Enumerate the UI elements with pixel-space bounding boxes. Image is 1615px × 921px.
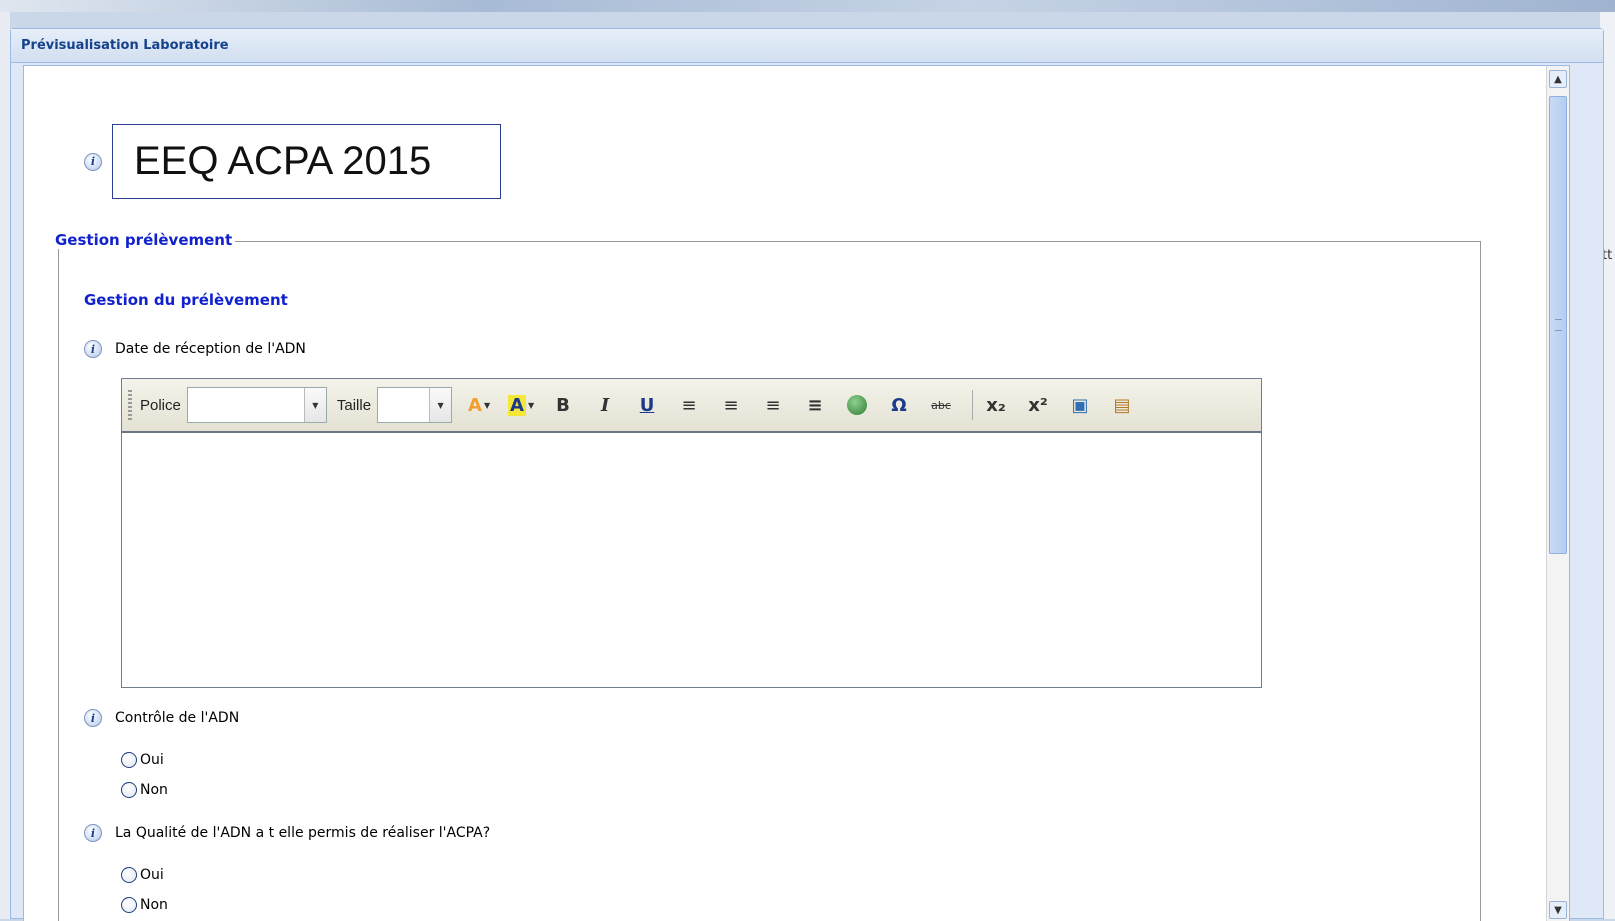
highlight-color-icon: A: [508, 394, 526, 416]
strikethrough-button[interactable]: abc: [924, 389, 958, 421]
info-icon[interactable]: i: [84, 340, 102, 358]
align-left-button[interactable]: ≡: [672, 389, 706, 421]
scroll-grip: [1555, 319, 1562, 331]
editor-toolbar: Police ▼ Taille ▼ A ▼ A ▼ B I U ≡ ≡ ≡ ≡ …: [122, 379, 1261, 433]
radio-qualite-non[interactable]: Non: [121, 897, 168, 913]
section-title: Gestion du prélèvement: [84, 291, 288, 309]
toolbar-separator: [972, 390, 974, 420]
info-icon[interactable]: i: [84, 152, 102, 171]
chevron-down-icon[interactable]: ▼: [303, 388, 326, 422]
special-char-button[interactable]: Ω: [882, 389, 916, 421]
align-center-icon: ≡: [723, 394, 739, 416]
question-label: Date de réception de l'ADN: [115, 341, 306, 357]
dialog-header[interactable]: Prévisualisation Laboratoire: [11, 29, 1603, 63]
background-app-strip: [0, 0, 1615, 12]
align-right-icon: ≡: [765, 394, 781, 416]
radio-circle[interactable]: [121, 782, 137, 798]
fieldset-legend: Gestion prélèvement: [52, 231, 236, 249]
radio-label: Non: [140, 897, 168, 913]
info-icon[interactable]: i: [84, 709, 102, 727]
source-button[interactable]: ▣: [1063, 389, 1097, 421]
scroll-up-icon[interactable]: ▲: [1549, 70, 1567, 88]
question-controle-adn: i Contrôle de l'ADN: [84, 709, 239, 727]
size-select[interactable]: ▼: [377, 387, 453, 423]
paste-word-icon: ▤: [1113, 394, 1131, 416]
insert-link-button[interactable]: [840, 389, 874, 421]
vertical-scrollbar[interactable]: ▲ ▼: [1546, 66, 1569, 921]
justify-button[interactable]: ≡: [798, 389, 832, 421]
radio-circle[interactable]: [121, 897, 137, 913]
radio-qualite-oui[interactable]: Oui: [121, 867, 164, 883]
paste-word-button[interactable]: ▤: [1105, 389, 1139, 421]
dialog-title: Prévisualisation Laboratoire: [21, 38, 229, 53]
align-left-icon: ≡: [681, 394, 697, 416]
size-select-value: [378, 388, 429, 422]
info-icon[interactable]: i: [84, 824, 102, 842]
radio-label: Non: [140, 782, 168, 798]
chevron-down-icon[interactable]: ▼: [429, 388, 452, 422]
radio-circle[interactable]: [121, 867, 137, 883]
italic-icon: I: [600, 394, 610, 416]
background-left-edge: [0, 12, 10, 919]
align-right-button[interactable]: ≡: [756, 389, 790, 421]
underline-icon: U: [639, 394, 655, 416]
rich-text-editor: Police ▼ Taille ▼ A ▼ A ▼ B I U ≡ ≡ ≡ ≡ …: [121, 378, 1262, 688]
superscript-icon: x²: [1028, 394, 1048, 416]
form-title-row: i EEQ ACPA 2015: [84, 124, 501, 199]
toolbar-grip[interactable]: [128, 390, 132, 420]
font-label: Police: [140, 396, 181, 414]
align-center-button[interactable]: ≡: [714, 389, 748, 421]
dialog-body: i EEQ ACPA 2015 Gestion prélèvement Gest…: [23, 65, 1570, 921]
highlight-color-button[interactable]: A ▼: [504, 389, 538, 421]
special-char-icon: Ω: [891, 394, 907, 416]
subscript-button[interactable]: x₂: [979, 389, 1013, 421]
radio-controle-non[interactable]: Non: [121, 782, 168, 798]
font-select-value: [188, 388, 304, 422]
bold-button[interactable]: B: [546, 389, 580, 421]
italic-button[interactable]: I: [588, 389, 622, 421]
superscript-button[interactable]: x²: [1021, 389, 1055, 421]
editor-text-area[interactable]: [122, 433, 1261, 687]
justify-icon: ≡: [807, 394, 823, 416]
underline-button[interactable]: U: [630, 389, 664, 421]
size-label: Taille: [336, 396, 372, 414]
question-qualite-adn: i La Qualité de l'ADN a t elle permis de…: [84, 824, 490, 842]
question-label: Contrôle de l'ADN: [115, 710, 240, 726]
radio-controle-oui[interactable]: Oui: [121, 752, 164, 768]
scroll-thumb[interactable]: [1549, 96, 1567, 554]
subscript-icon: x₂: [986, 394, 1006, 416]
radio-label: Oui: [140, 867, 164, 883]
font-color-button[interactable]: A ▼: [462, 389, 496, 421]
scroll-down-icon[interactable]: ▼: [1549, 901, 1567, 919]
radio-label: Oui: [140, 752, 164, 768]
font-select[interactable]: ▼: [186, 387, 327, 423]
radio-circle[interactable]: [121, 752, 137, 768]
font-color-icon: A: [468, 394, 482, 416]
form-title: EEQ ACPA 2015: [112, 124, 501, 199]
question-label: La Qualité de l'ADN a t elle permis de r…: [115, 825, 491, 841]
source-icon: ▣: [1071, 394, 1089, 416]
bold-icon: B: [556, 394, 570, 416]
strikethrough-icon: abc: [931, 398, 951, 412]
preview-dialog: Prévisualisation Laboratoire i EEQ ACPA …: [10, 28, 1604, 921]
question-date-reception: i Date de réception de l'ADN: [84, 340, 306, 358]
insert-link-icon: [847, 395, 868, 415]
